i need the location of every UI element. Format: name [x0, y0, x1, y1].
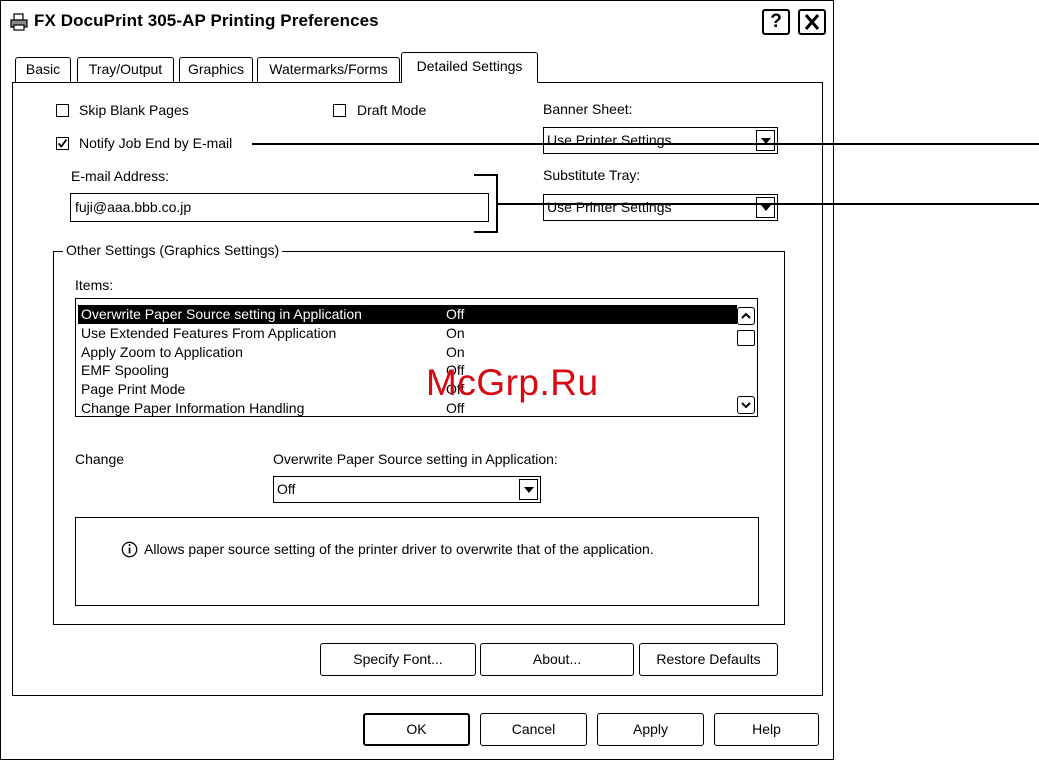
help-title-button[interactable]: ?: [762, 9, 790, 35]
tab-detailed-settings[interactable]: Detailed Settings: [401, 52, 538, 83]
apply-button[interactable]: Apply: [597, 713, 704, 746]
item-value: Off: [446, 306, 465, 322]
item-name: Use Extended Features From Application: [81, 325, 337, 341]
title-bar: FX DocuPrint 305-AP Printing Preferences…: [1, 1, 831, 39]
callout-line-email: [496, 203, 1039, 205]
item-name: Change Paper Information Handling: [81, 400, 305, 416]
item-value: On: [446, 325, 465, 341]
ok-button[interactable]: OK: [363, 713, 470, 746]
list-item[interactable]: Overwrite Paper Source setting in Applic…: [78, 305, 737, 324]
notify-job-end-label: Notify Job End by E-mail: [79, 135, 233, 151]
setting-label: Overwrite Paper Source setting in Applic…: [273, 451, 558, 467]
list-item[interactable]: Page Print Mode Off: [78, 380, 737, 399]
scroll-thumb[interactable]: [737, 330, 755, 346]
printer-icon: [10, 13, 28, 31]
list-scrollbar[interactable]: [736, 300, 756, 415]
banner-sheet-dropdown-button[interactable]: [756, 130, 775, 151]
scroll-up-button[interactable]: [737, 307, 755, 325]
item-name: Apply Zoom to Application: [81, 344, 243, 360]
chevron-down-icon: [524, 487, 534, 493]
tab-basic[interactable]: Basic: [15, 57, 71, 82]
cancel-button[interactable]: Cancel: [480, 713, 587, 746]
item-value: On: [446, 344, 465, 360]
callout-bracket-bottom: [474, 231, 498, 233]
help-button[interactable]: Help: [714, 713, 819, 746]
item-name: EMF Spooling: [81, 362, 169, 378]
skip-blank-pages-checkbox[interactable]: [56, 104, 69, 117]
tab-tray-output[interactable]: Tray/Output: [77, 57, 174, 82]
window-title: FX DocuPrint 305-AP Printing Preferences: [34, 11, 379, 30]
tab-watermarks-forms[interactable]: Watermarks/Forms: [257, 57, 400, 82]
list-item[interactable]: EMF Spooling Off: [78, 361, 737, 380]
substitute-tray-dropdown[interactable]: Use Printer Settings: [543, 194, 778, 221]
chevron-down-icon: [741, 402, 751, 409]
notify-job-end-checkbox[interactable]: [56, 137, 69, 150]
list-item[interactable]: Change Paper Information Handling Off: [78, 399, 737, 416]
scroll-down-button[interactable]: [737, 396, 755, 414]
tab-graphics[interactable]: Graphics: [179, 57, 253, 82]
setting-value: Off: [277, 481, 296, 497]
specify-font-button[interactable]: Specify Font...: [320, 643, 476, 676]
items-list[interactable]: Overwrite Paper Source setting in Applic…: [75, 298, 758, 417]
close-button[interactable]: [798, 9, 826, 35]
close-icon: [804, 14, 820, 30]
info-box: Allows paper source setting of the print…: [75, 517, 759, 606]
info-icon: [121, 541, 138, 558]
substitute-tray-label: Substitute Tray:: [543, 167, 641, 183]
chevron-down-icon: [761, 205, 771, 211]
email-address-label: E-mail Address:: [71, 168, 170, 184]
checkmark-icon: [57, 138, 68, 148]
callout-line-notify: [252, 143, 1039, 145]
items-label: Items:: [75, 277, 114, 293]
about-button[interactable]: About...: [480, 643, 634, 676]
banner-sheet-dropdown[interactable]: Use Printer Settings: [543, 127, 778, 154]
email-address-input[interactable]: fuji@aaa.bbb.co.jp: [70, 193, 489, 222]
info-text: Allows paper source setting of the print…: [144, 541, 654, 557]
chevron-up-icon: [741, 312, 751, 319]
change-label: Change: [75, 451, 125, 467]
item-name: Page Print Mode: [81, 381, 186, 397]
list-item[interactable]: Use Extended Features From Application O…: [78, 324, 737, 343]
draft-mode-label: Draft Mode: [357, 102, 427, 118]
watermark-text: McGrp.Ru: [426, 362, 599, 403]
banner-sheet-value: Use Printer Settings: [547, 132, 672, 148]
email-address-value: fuji@aaa.bbb.co.jp: [75, 199, 192, 215]
setting-value-dropdown[interactable]: Off: [273, 476, 541, 503]
other-settings-group-label: Other Settings (Graphics Settings): [63, 242, 283, 258]
item-name: Overwrite Paper Source setting in Applic…: [81, 306, 362, 322]
restore-defaults-button[interactable]: Restore Defaults: [639, 643, 778, 676]
draft-mode-checkbox[interactable]: [333, 104, 346, 117]
skip-blank-pages-label: Skip Blank Pages: [79, 102, 189, 118]
callout-bracket-top: [474, 174, 498, 176]
banner-sheet-label: Banner Sheet:: [543, 101, 633, 117]
setting-dropdown-button[interactable]: [519, 479, 538, 500]
list-item[interactable]: Apply Zoom to Application On: [78, 343, 737, 362]
substitute-tray-dropdown-button[interactable]: [756, 197, 775, 218]
substitute-tray-value: Use Printer Settings: [547, 199, 672, 215]
